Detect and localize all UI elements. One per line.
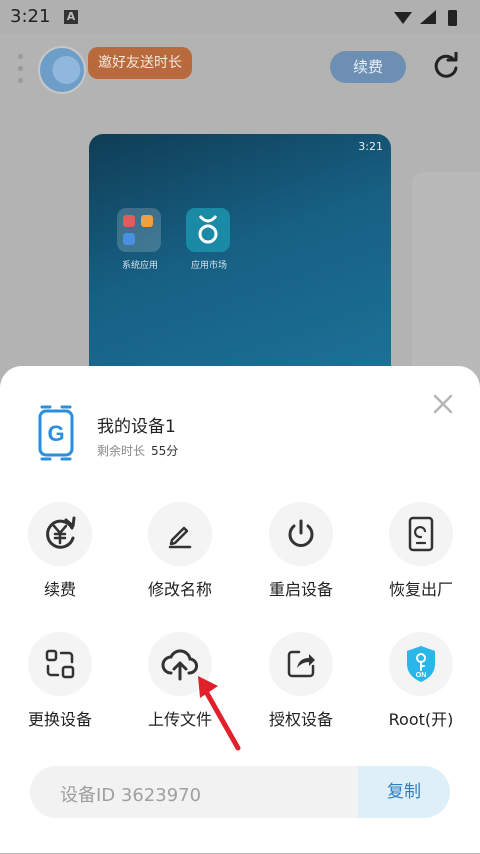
next-device-card[interactable] xyxy=(412,172,480,392)
root-shield-icon: ON xyxy=(389,632,453,696)
remaining-time: 剩余时长 55分 xyxy=(97,442,178,459)
annotation-arrow xyxy=(198,676,241,751)
remaining-time-value: 55分 xyxy=(151,444,179,458)
authorize-device-action-label: 授权设备 xyxy=(268,710,333,729)
phone-reset-icon xyxy=(389,502,453,566)
battery-icon xyxy=(448,10,457,26)
device-name: 我的设备1 xyxy=(97,417,176,437)
device-id-bar: 设备ID 3623970 复制 xyxy=(30,766,450,818)
device-id-text: 设备ID 3623970 xyxy=(60,785,202,806)
renew-top-button[interactable]: 续费 xyxy=(330,51,406,83)
device-screen-preview[interactable]: 3:21 系统应用 应用市场 xyxy=(89,134,391,394)
factory-reset-action[interactable]: 恢复出厂 xyxy=(366,502,476,612)
status-time: 3:21 xyxy=(10,6,51,27)
device-logo-icon: G xyxy=(38,405,74,461)
remaining-time-label: 剩余时长 xyxy=(97,444,146,458)
signal-icon xyxy=(420,10,436,24)
avatar[interactable] xyxy=(38,46,86,94)
app-market-label: 应用市场 xyxy=(190,261,227,271)
status-icons xyxy=(394,10,457,26)
copy-button[interactable]: 复制 xyxy=(358,766,450,818)
app-market-icon[interactable] xyxy=(186,208,230,252)
yen-refresh-icon xyxy=(28,502,92,566)
rename-action[interactable]: 修改名称 xyxy=(125,502,235,612)
notification-icon: A xyxy=(64,10,78,24)
rename-action-label: 修改名称 xyxy=(147,580,212,599)
preview-status-time: 3:21 xyxy=(358,140,383,153)
renew-action-label: 续费 xyxy=(43,580,76,599)
system-apps-icon[interactable] xyxy=(117,208,161,252)
root-toggle-action[interactable]: ON Root(开) xyxy=(366,632,476,742)
menu-dots-icon[interactable] xyxy=(18,54,26,84)
power-icon xyxy=(269,502,333,566)
share-icon xyxy=(269,632,333,696)
swap-device-icon xyxy=(28,632,92,696)
factory-reset-action-label: 恢复出厂 xyxy=(388,580,453,599)
restart-action[interactable]: 重启设备 xyxy=(246,502,356,612)
system-apps-label: 系统应用 xyxy=(121,261,158,271)
change-device-action[interactable]: 更换设备 xyxy=(5,632,115,742)
wifi-icon xyxy=(394,12,412,24)
root-on-badge: ON xyxy=(416,672,427,679)
svg-text:G: G xyxy=(47,421,64,446)
close-icon[interactable] xyxy=(431,392,455,416)
restart-action-label: 重启设备 xyxy=(268,580,333,599)
root-toggle-action-label: Root(开) xyxy=(388,710,454,729)
pencil-icon xyxy=(148,502,212,566)
authorize-device-action[interactable]: 授权设备 xyxy=(246,632,356,742)
refresh-icon[interactable] xyxy=(432,52,460,80)
invite-friends-button[interactable]: 邀好友送时长 xyxy=(88,47,192,79)
renew-action[interactable]: 续费 xyxy=(5,502,115,612)
change-device-action-label: 更换设备 xyxy=(27,710,92,729)
